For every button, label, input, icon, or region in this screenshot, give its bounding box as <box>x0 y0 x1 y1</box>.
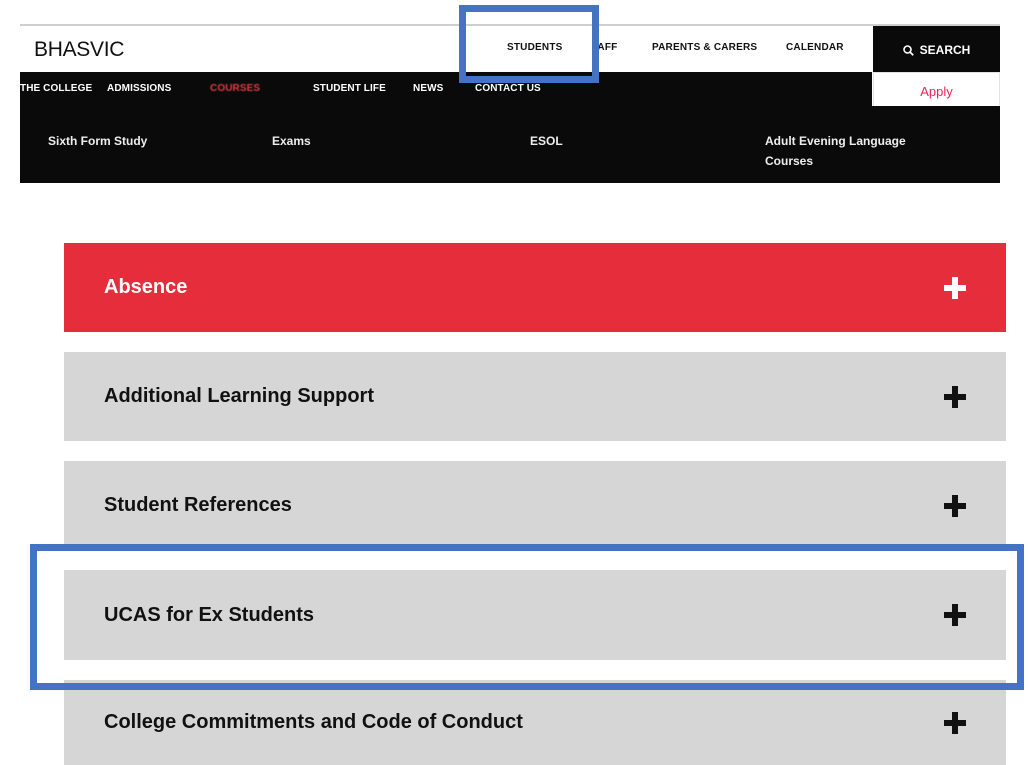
submenu-item-sixth-form[interactable]: Sixth Form Study <box>48 131 147 151</box>
accordion-title: College Commitments and Code of Conduct <box>104 711 523 733</box>
submenu-item-exams[interactable]: Exams <box>272 131 311 151</box>
submenu-item-adult-evening[interactable]: Adult Evening Language Courses <box>765 131 955 171</box>
courses-submenu: Sixth Form Study Exams ESOL Adult Evenin… <box>20 106 1000 183</box>
nav-item-contact-us[interactable]: CONTACT US <box>475 83 541 94</box>
search-icon <box>902 44 914 56</box>
plus-icon[interactable] <box>944 604 966 626</box>
site-logo[interactable]: BHASVIC <box>34 38 124 62</box>
utility-bar: BHASVIC STUDENTS STAFF PARENTS & CARERS … <box>20 24 1000 74</box>
nav-item-the-college[interactable]: THE COLLEGE <box>20 83 92 94</box>
util-link-staff[interactable]: STAFF <box>597 42 617 53</box>
util-link-parents-carers[interactable]: PARENTS & CARERS <box>652 42 757 53</box>
accordion-title: Absence <box>104 276 188 298</box>
accordion-title: Additional Learning Support <box>104 385 374 407</box>
nav-item-admissions[interactable]: ADMISSIONS <box>107 83 171 94</box>
accordion-item-student-references[interactable]: Student References <box>64 461 1006 550</box>
submenu-item-esol[interactable]: ESOL <box>530 131 563 151</box>
search-button[interactable]: SEARCH <box>873 26 1000 74</box>
plus-icon[interactable] <box>944 494 966 517</box>
accordion-item-ucas-ex-students[interactable]: UCAS for Ex Students <box>64 570 1006 660</box>
accordion-title: Student References <box>104 494 292 516</box>
main-nav: THE COLLEGE ADMISSIONS COURSES STUDENT L… <box>20 72 872 106</box>
search-label: SEARCH <box>919 43 971 57</box>
util-link-calendar[interactable]: CALENDAR <box>786 42 844 53</box>
plus-icon[interactable] <box>944 711 966 734</box>
util-link-students[interactable]: STUDENTS <box>507 42 563 53</box>
accordion-title: UCAS for Ex Students <box>104 603 315 626</box>
accordion-item-learning-support[interactable]: Additional Learning Support <box>64 352 1006 441</box>
nav-item-news[interactable]: NEWS <box>413 83 443 94</box>
apply-button[interactable]: Apply <box>873 72 1000 110</box>
accordion-item-college-commitments[interactable]: College Commitments and Code of Conduct <box>64 680 1006 765</box>
nav-item-student-life[interactable]: STUDENT LIFE <box>313 83 386 94</box>
plus-icon[interactable] <box>944 385 966 408</box>
nav-item-courses[interactable]: COURSES <box>210 83 260 94</box>
plus-icon[interactable] <box>944 276 966 299</box>
accordion-item-absence[interactable]: Absence <box>64 243 1006 332</box>
